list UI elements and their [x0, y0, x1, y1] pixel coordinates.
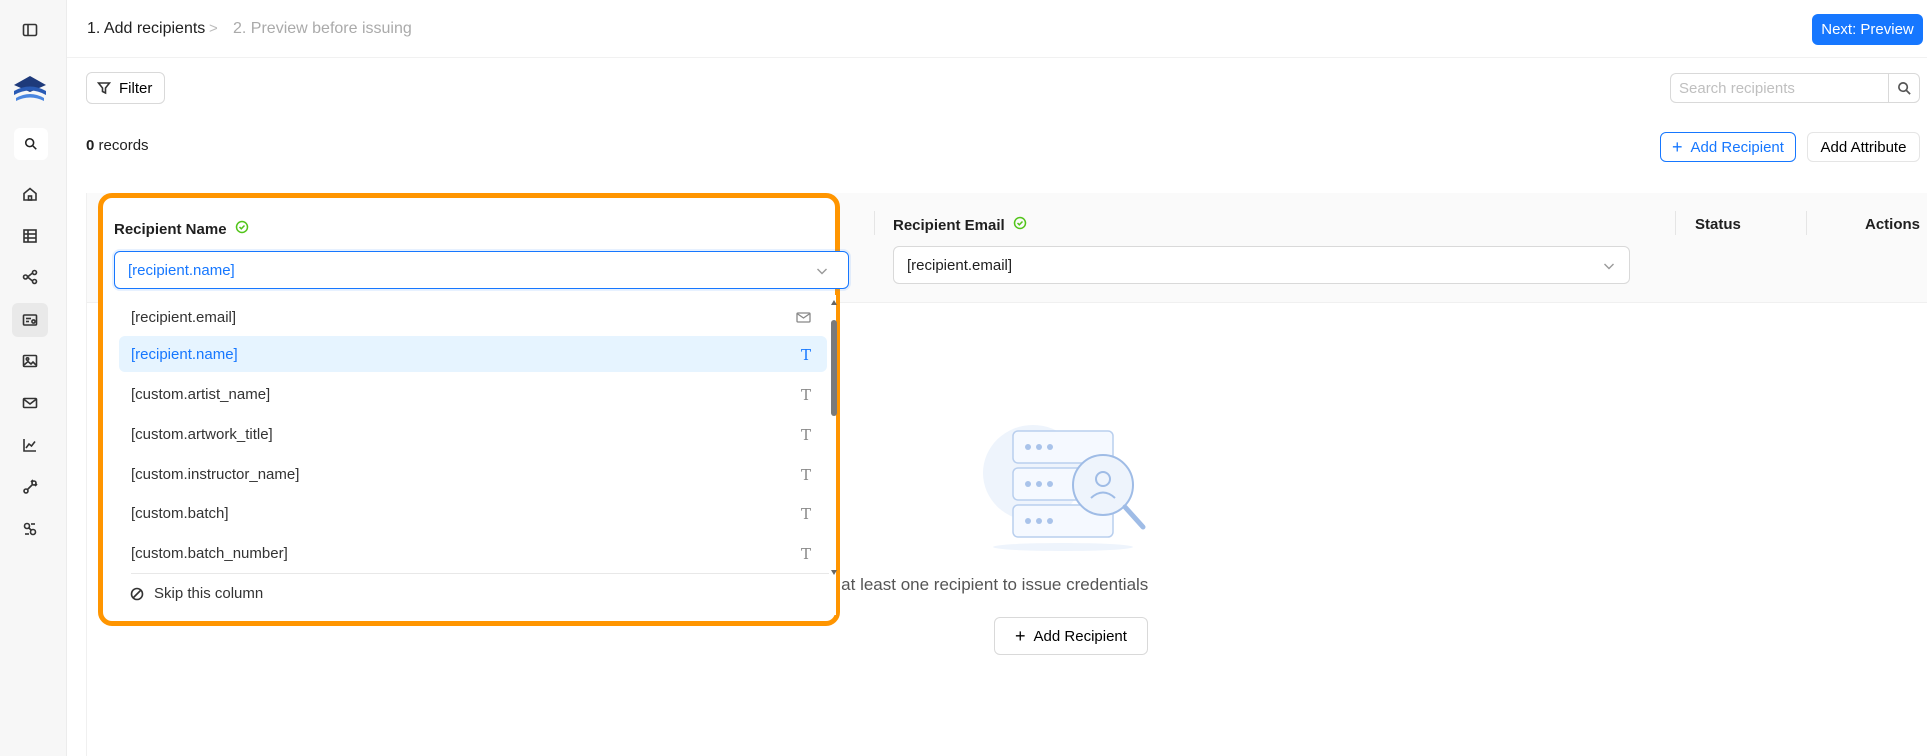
- dropdown-option[interactable]: [custom.batch] T: [119, 495, 827, 531]
- home-icon[interactable]: [19, 183, 41, 205]
- dropdown-option[interactable]: [recipient.email]: [119, 299, 827, 335]
- filter-icon: [97, 82, 111, 95]
- dropdown-option-selected[interactable]: [recipient.name] T: [119, 336, 827, 372]
- add-recipient-button[interactable]: + Add Recipient: [1660, 132, 1796, 162]
- credential-icon[interactable]: [19, 309, 41, 331]
- name-mapping-value: [recipient.name]: [128, 261, 235, 279]
- plus-icon: +: [1672, 137, 1683, 157]
- filter-label: Filter: [119, 79, 153, 97]
- settings-icon[interactable]: [19, 518, 41, 540]
- chevron-down-icon: [1603, 259, 1615, 271]
- scroll-down-arrow-icon[interactable]: [831, 570, 837, 575]
- add-recipient-label: Add Recipient: [1690, 138, 1784, 156]
- text-type-icon: T: [800, 346, 811, 364]
- option-label: [custom.batch_number]: [131, 544, 288, 562]
- option-label: [custom.artist_name]: [131, 385, 271, 403]
- sidebar-search-button[interactable]: [14, 128, 48, 160]
- dropdown-divider: [131, 573, 829, 574]
- column-email-label: Recipient Email: [893, 216, 1005, 234]
- sidebar-toggle-icon[interactable]: [19, 19, 41, 41]
- column-divider: [1806, 211, 1807, 235]
- column-status: Status: [1695, 216, 1741, 233]
- skip-column-label: Skip this column: [154, 585, 264, 602]
- dropdown-option[interactable]: [custom.artwork_title] T: [119, 416, 827, 452]
- search-button[interactable]: [1888, 73, 1920, 103]
- email-mapping-value: [recipient.email]: [907, 256, 1013, 274]
- text-type-icon: T: [800, 466, 811, 484]
- workflow-icon[interactable]: [19, 266, 41, 288]
- chevron-down-icon: [816, 264, 828, 276]
- building-icon[interactable]: [19, 225, 41, 247]
- name-mapping-select[interactable]: [recipient.name]: [114, 251, 849, 289]
- chevron-right-icon: >: [209, 20, 218, 37]
- column-recipient-name: Recipient Name: [114, 220, 249, 238]
- column-name-label: Recipient Name: [114, 220, 227, 238]
- dropdown-scrollbar[interactable]: [831, 300, 837, 575]
- logo-icon[interactable]: [10, 71, 50, 109]
- add-attribute-button[interactable]: Add Attribute: [1807, 132, 1920, 162]
- option-label: [recipient.name]: [131, 345, 238, 363]
- plus-icon: +: [1015, 626, 1026, 646]
- step-header: 1. Add recipients > 2. Preview before is…: [67, 0, 1927, 58]
- records-number: 0: [86, 137, 95, 154]
- column-recipient-email: Recipient Email: [893, 216, 1027, 234]
- search-box: [1670, 73, 1920, 103]
- search-input[interactable]: [1670, 73, 1888, 103]
- integrations-icon[interactable]: [19, 476, 41, 498]
- check-circle-icon: [1013, 216, 1027, 234]
- mail-icon[interactable]: [19, 392, 41, 414]
- skip-column-option[interactable]: Skip this column: [130, 585, 263, 602]
- next-preview-button[interactable]: Next: Preview: [1812, 14, 1923, 45]
- name-column-mapping-highlight: Recipient Name [recipient.name] [recipie…: [98, 193, 849, 626]
- column-actions: Actions: [1865, 216, 1921, 233]
- scroll-up-arrow-icon[interactable]: [831, 300, 837, 305]
- check-circle-icon: [235, 220, 249, 238]
- image-icon[interactable]: [19, 350, 41, 372]
- mail-icon: [796, 310, 811, 329]
- mapping-dropdown: [recipient.email] [recipient.name] T [cu…: [114, 295, 837, 615]
- records-label: records: [98, 137, 149, 154]
- prohibited-icon: [130, 587, 144, 600]
- chart-icon[interactable]: [19, 434, 41, 456]
- step-add-recipients[interactable]: 1. Add recipients: [87, 20, 205, 38]
- filter-button[interactable]: Filter: [86, 72, 165, 104]
- text-type-icon: T: [800, 426, 811, 444]
- records-count: 0 records: [86, 137, 149, 154]
- dropdown-option[interactable]: [custom.batch_number] T: [119, 535, 827, 571]
- empty-state-illustration: [973, 423, 1183, 558]
- search-icon: [24, 137, 37, 150]
- dropdown-option[interactable]: [custom.artist_name] T: [119, 376, 827, 412]
- option-label: [custom.artwork_title]: [131, 425, 273, 443]
- scrollbar-thumb[interactable]: [831, 320, 837, 416]
- empty-add-recipient-button[interactable]: + Add Recipient: [994, 617, 1148, 655]
- text-type-icon: T: [800, 505, 811, 523]
- sidebar: [0, 0, 67, 756]
- column-divider: [1675, 211, 1676, 235]
- empty-state-text: d at least one recipient to issue creden…: [827, 575, 1149, 594]
- option-label: [custom.batch]: [131, 504, 229, 522]
- email-mapping-select[interactable]: [recipient.email]: [893, 246, 1630, 284]
- search-icon: [1897, 81, 1911, 95]
- dropdown-option[interactable]: [custom.instructor_name] T: [119, 456, 827, 492]
- text-type-icon: T: [800, 386, 811, 404]
- option-label: [recipient.email]: [131, 308, 237, 326]
- text-type-icon: T: [800, 545, 811, 563]
- column-divider: [874, 211, 875, 235]
- empty-add-recipient-label: Add Recipient: [1033, 627, 1127, 645]
- step-preview[interactable]: 2. Preview before issuing: [233, 20, 412, 38]
- option-label: [custom.instructor_name]: [131, 465, 300, 483]
